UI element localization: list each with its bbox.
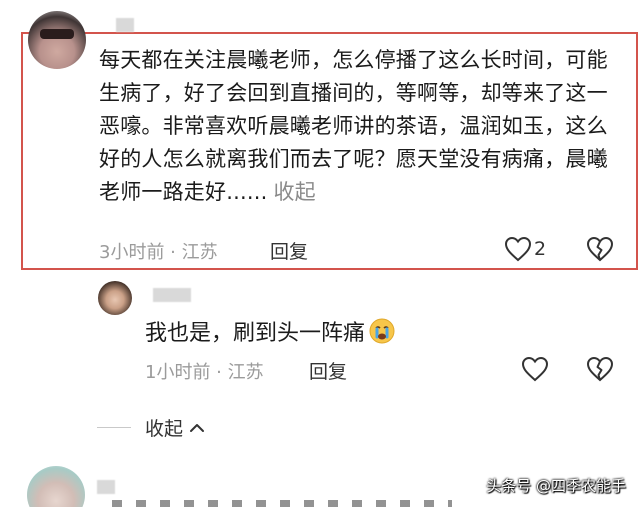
reply-button[interactable]: 回复	[270, 237, 308, 264]
crying-face-emoji	[369, 318, 395, 344]
comment-thread: 每天都在关注晨曦老师，怎么停播了这么长时间，可能生病了，好了会回到直播间的，等啊…	[0, 0, 640, 507]
reply-button[interactable]: 回复	[309, 357, 347, 384]
heart-outline-icon[interactable]	[521, 356, 549, 382]
avatar[interactable]	[27, 466, 85, 507]
reply-meta: 1小时前 · 江苏	[145, 362, 264, 383]
reply-avatar[interactable]	[98, 281, 132, 315]
collapse-label: 收起	[145, 418, 184, 440]
collapse-replies-button[interactable]: 收起	[97, 414, 205, 441]
divider	[97, 427, 131, 428]
partial-comment-text	[112, 500, 452, 507]
blurred-username	[116, 18, 134, 32]
comment-text: 每天都在关注晨曦老师，怎么停播了这么长时间，可能生病了，好了会回到直播间的，等啊…	[99, 48, 608, 204]
comment-meta: 3小时前 · 江苏	[99, 242, 218, 263]
chevron-up-icon	[190, 423, 205, 432]
blurred-username	[97, 480, 115, 494]
comment-body: 每天都在关注晨曦老师，怎么停播了这么长时间，可能生病了，好了会回到直播间的，等啊…	[99, 44, 619, 209]
avatar[interactable]	[28, 11, 86, 69]
broken-heart-icon[interactable]	[586, 356, 614, 382]
reply-body: 我也是，刷到头一阵痛	[145, 315, 395, 347]
blurred-username	[153, 288, 191, 302]
broken-heart-icon[interactable]	[586, 236, 614, 262]
comment-collapse-link[interactable]: 收起	[273, 180, 315, 204]
heart-outline-icon[interactable]	[504, 236, 532, 262]
watermark: 头条号 @四季农能手	[486, 477, 626, 495]
like-count: 2	[534, 238, 547, 260]
reply-text: 我也是，刷到头一阵痛	[145, 321, 366, 346]
